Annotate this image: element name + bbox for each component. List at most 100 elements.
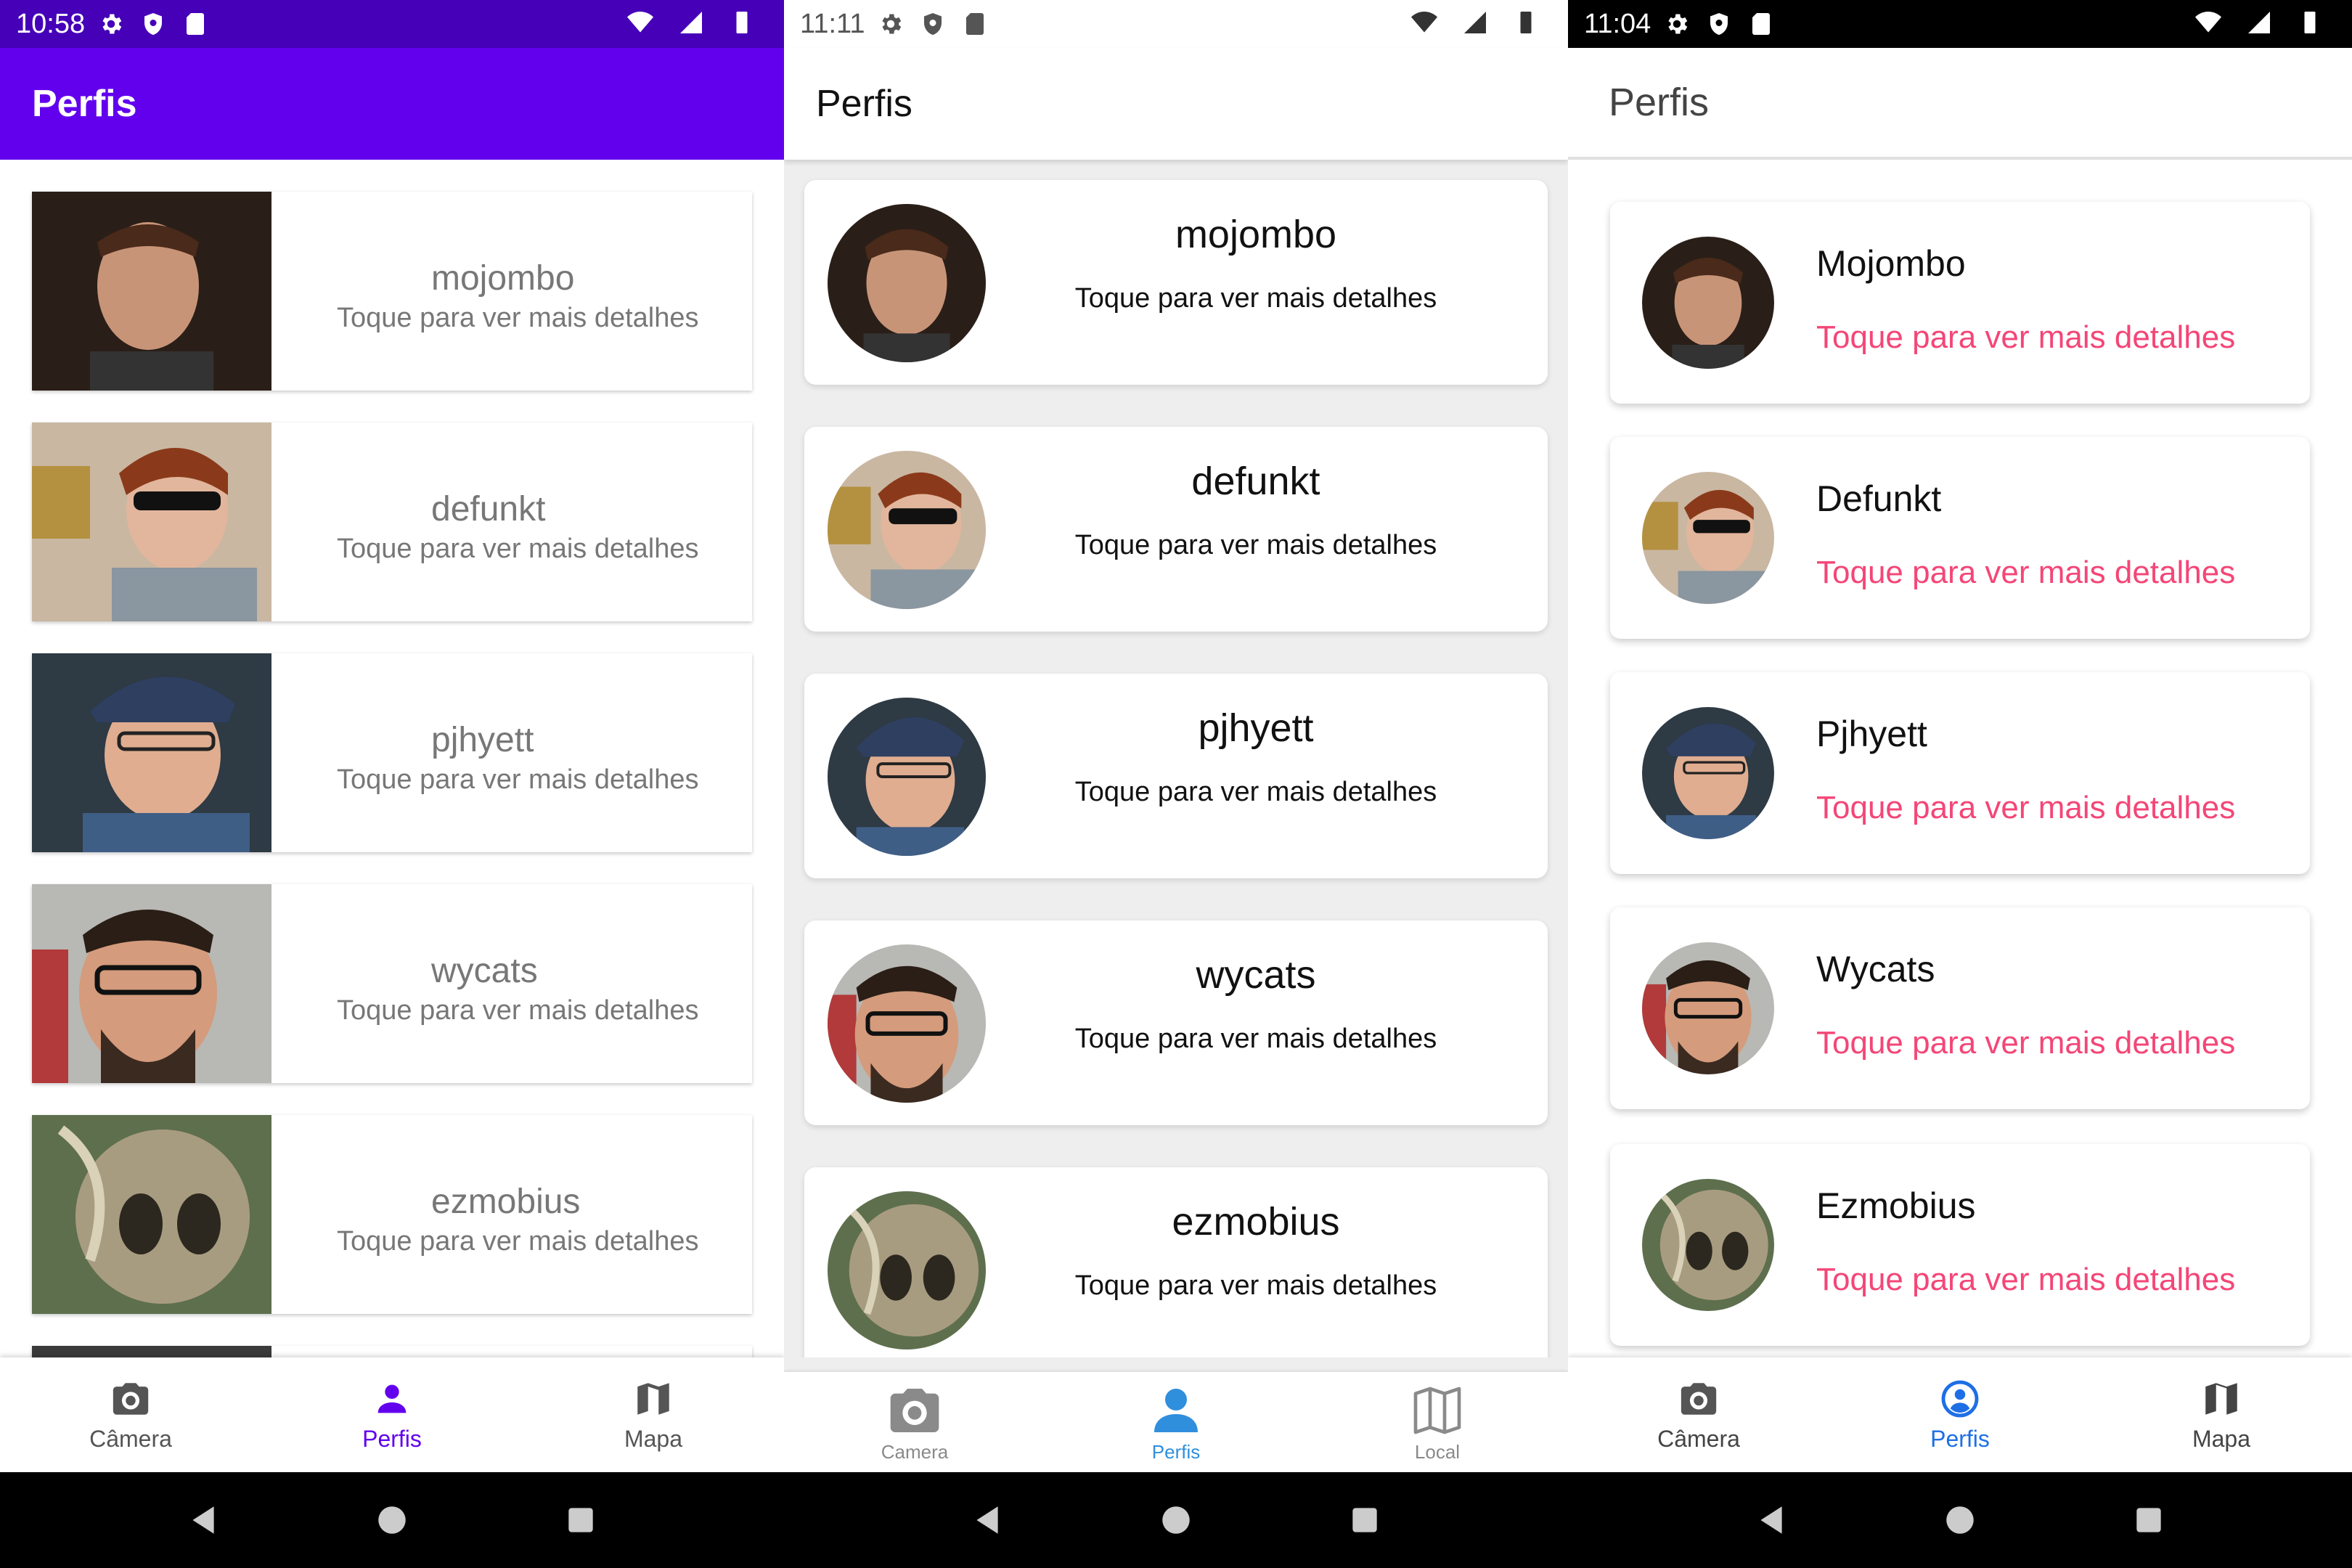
profile-subtitle: Toque para ver mais detalhes <box>1816 1262 2236 1297</box>
nav-item-map[interactable]: Mapa <box>523 1357 784 1472</box>
app-bar-title: Perfis <box>1568 48 2352 160</box>
profile-name: pjhyett <box>431 721 534 759</box>
nav-item-profiles[interactable]: Perfis <box>1045 1372 1307 1472</box>
profile-name: Ezmobius <box>1816 1185 1976 1226</box>
status-time: 11:04 <box>1584 8 1651 39</box>
status-time: 11:11 <box>800 8 865 39</box>
profile-subtitle: Toque para ver mais detalhes <box>1074 283 1437 314</box>
wifi-icon <box>627 9 653 36</box>
nav-label: Local <box>1414 1440 1461 1463</box>
bottom-navigation: Câmera Perfis Mapa <box>1568 1357 2352 1472</box>
profile-name: defunkt <box>1191 460 1320 503</box>
nav-label: Câmera <box>1657 1425 1740 1452</box>
screen-2: 11:11 Perfis mojombo Toque para ver mais… <box>784 0 1568 1568</box>
map-icon <box>2205 1382 2237 1415</box>
profile-card[interactable]: Defunkt Toque para ver mais detalhes <box>1610 437 2310 639</box>
home-icon[interactable] <box>374 1502 410 1538</box>
profile-card[interactable]: Pjhyett Toque para ver mais detalhes <box>1610 672 2310 874</box>
nav-item-camera[interactable]: Camera <box>784 1372 1045 1472</box>
profile-name: wycats <box>431 952 538 990</box>
recents-icon[interactable] <box>1347 1502 1383 1538</box>
avatar <box>1642 237 1774 369</box>
profile-subtitle: Toque para ver mais detalhes <box>337 303 699 333</box>
signal-icon <box>2246 9 2272 36</box>
nav-item-profiles[interactable]: Perfis <box>261 1357 523 1472</box>
profile-card-partial[interactable] <box>32 1346 752 1357</box>
shield-icon <box>1706 11 1732 37</box>
profile-card[interactable]: wycats Toque para ver mais detalhes <box>804 920 1548 1125</box>
back-icon[interactable] <box>1753 1502 1789 1538</box>
system-navigation-bar <box>784 1472 1568 1568</box>
avatar <box>32 653 271 852</box>
profile-subtitle: Toque para ver mais detalhes <box>1816 319 2236 355</box>
recents-icon[interactable] <box>563 1502 599 1538</box>
recents-icon[interactable] <box>2131 1502 2167 1538</box>
profile-card[interactable]: Wycats Toque para ver mais detalhes <box>1610 907 2310 1109</box>
profile-card[interactable]: Ezmobius Toque para ver mais detalhes <box>1610 1144 2310 1346</box>
status-bar: 10:58 <box>0 0 784 48</box>
avatar <box>828 451 986 609</box>
profile-name: Wycats <box>1816 949 1935 989</box>
profile-card[interactable]: ezmobius Toque para ver mais detalhes <box>804 1167 1548 1357</box>
signal-icon <box>1462 9 1488 36</box>
profile-card[interactable]: defunkt Toque para ver mais detalhes <box>32 422 752 621</box>
profile-name: Defunkt <box>1816 478 1942 519</box>
nav-label: Camera <box>881 1440 949 1463</box>
sd-card-icon <box>1748 11 1774 37</box>
profile-card[interactable]: mojombo Toque para ver mais detalhes <box>32 192 752 391</box>
profile-card[interactable]: Mojombo Toque para ver mais detalhes <box>1610 202 2310 404</box>
profile-subtitle: Toque para ver mais detalhes <box>1816 790 2236 825</box>
nav-item-local[interactable]: Local <box>1307 1372 1568 1472</box>
profile-subtitle: Toque para ver mais detalhes <box>337 764 699 795</box>
profile-subtitle: Toque para ver mais detalhes <box>1816 555 2236 590</box>
settings-icon <box>1664 11 1690 37</box>
profile-card[interactable]: pjhyett Toque para ver mais detalhes <box>804 674 1548 878</box>
avatar <box>32 884 271 1083</box>
nav-label: Mapa <box>2192 1425 2251 1452</box>
avatar <box>828 204 986 362</box>
nav-item-camera[interactable]: Câmera <box>0 1357 261 1472</box>
nav-label: Câmera <box>89 1425 172 1452</box>
nav-label: Perfis <box>362 1425 422 1452</box>
profile-card[interactable]: mojombo Toque para ver mais detalhes <box>804 180 1548 385</box>
profile-subtitle: Toque para ver mais detalhes <box>1074 777 1437 807</box>
system-navigation-bar <box>0 1472 784 1568</box>
profile-subtitle: Toque para ver mais detalhes <box>1816 1025 2236 1061</box>
status-bar: 11:04 <box>1568 0 2352 48</box>
camera-icon <box>890 1388 939 1432</box>
back-icon[interactable] <box>969 1502 1005 1538</box>
profile-name: wycats <box>1196 953 1316 997</box>
profile-card[interactable]: pjhyett Toque para ver mais detalhes <box>32 653 752 852</box>
camera-icon <box>113 1382 149 1415</box>
profile-name: Pjhyett <box>1816 714 1927 754</box>
nav-item-map[interactable]: Mapa <box>2091 1357 2352 1472</box>
person-icon <box>1154 1388 1198 1432</box>
profile-name: ezmobius <box>431 1183 581 1221</box>
nav-label: Mapa <box>624 1425 683 1452</box>
profile-card[interactable]: defunkt Toque para ver mais detalhes <box>804 427 1548 632</box>
battery-icon <box>2297 9 2323 36</box>
system-navigation-bar <box>1568 1472 2352 1568</box>
home-icon[interactable] <box>1942 1502 1978 1538</box>
nav-item-profiles[interactable]: Perfis <box>1829 1357 2091 1472</box>
profile-card[interactable]: ezmobius Toque para ver mais detalhes <box>32 1115 752 1314</box>
back-icon[interactable] <box>185 1502 221 1538</box>
nav-item-camera[interactable]: Câmera <box>1568 1357 1829 1472</box>
wifi-icon <box>1411 9 1437 36</box>
profile-card[interactable]: wycats Toque para ver mais detalhes <box>32 884 752 1083</box>
person-icon <box>377 1384 407 1413</box>
settings-icon <box>878 11 904 37</box>
profile-subtitle: Toque para ver mais detalhes <box>337 534 699 564</box>
avatar <box>32 192 271 391</box>
battery-icon <box>729 9 755 36</box>
profile-list[interactable]: mojombo Toque para ver mais detalhes def… <box>784 160 1568 1357</box>
profile-list[interactable]: Mojombo Toque para ver mais detalhes Def… <box>1568 160 2352 1357</box>
shield-icon <box>140 11 166 37</box>
home-icon[interactable] <box>1158 1502 1194 1538</box>
avatar <box>1642 707 1774 839</box>
profile-subtitle: Toque para ver mais detalhes <box>337 1226 699 1257</box>
avatar <box>828 698 986 856</box>
avatar <box>1642 942 1774 1074</box>
screen-1: 10:58 Perfis mojombo Toque para ver mais… <box>0 0 784 1568</box>
profile-list[interactable]: mojombo Toque para ver mais detalhes def… <box>0 160 784 1357</box>
